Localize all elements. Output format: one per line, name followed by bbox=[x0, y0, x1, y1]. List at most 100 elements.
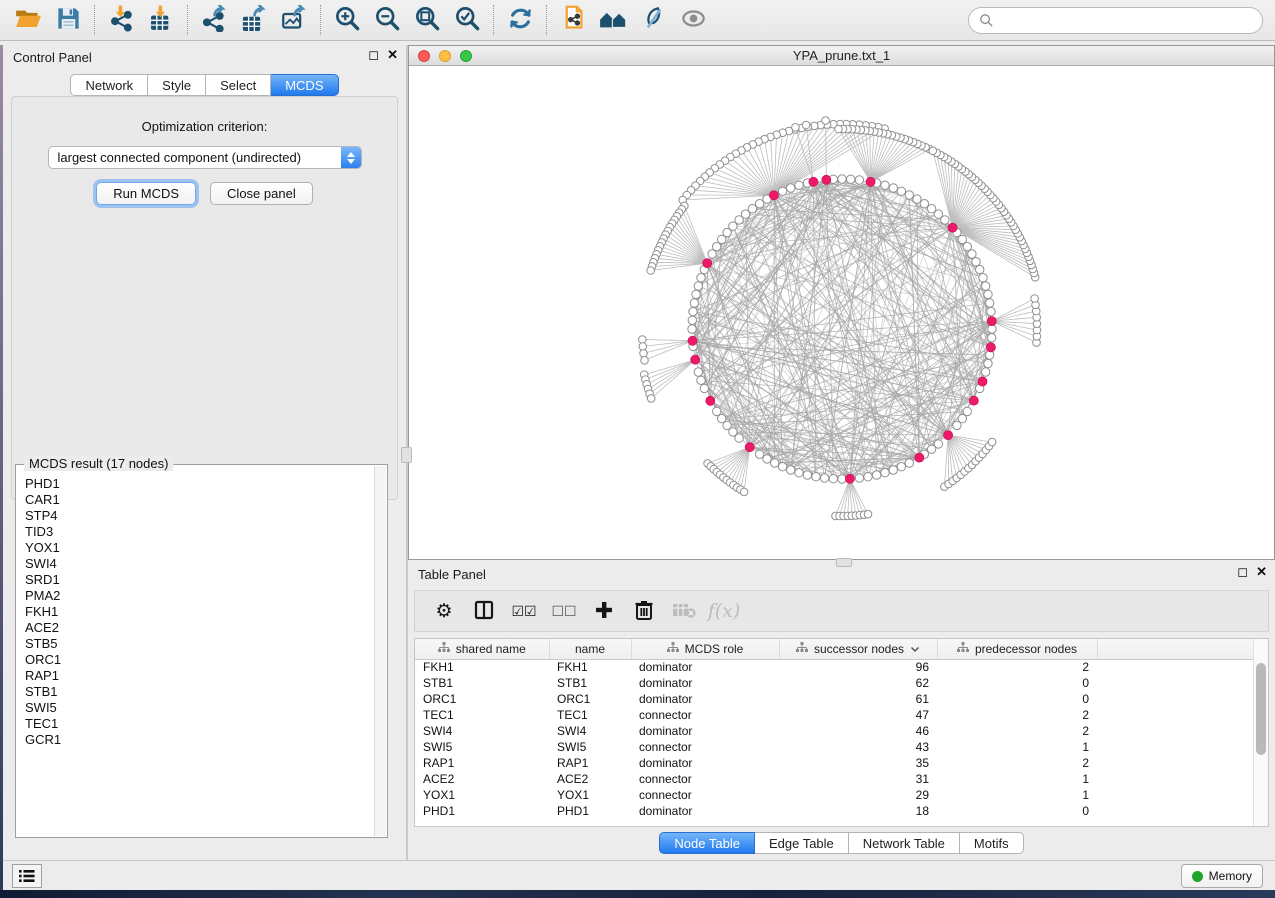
cell-predecessor-nodes[interactable]: 0 bbox=[937, 675, 1097, 691]
table-row[interactable]: ACE2ACE2connector311 bbox=[415, 771, 1253, 787]
tab-mcds[interactable]: MCDS bbox=[271, 74, 338, 96]
table-scrollbar[interactable] bbox=[1253, 639, 1268, 826]
cell-mcds-role[interactable]: dominator bbox=[631, 659, 779, 675]
cell-name[interactable]: ACE2 bbox=[549, 771, 631, 787]
tab-node-table[interactable]: Node Table bbox=[659, 832, 755, 854]
column-header-shared-name[interactable]: shared name bbox=[415, 639, 549, 659]
mcds-result-item[interactable]: TEC1 bbox=[25, 716, 374, 732]
add-column-button[interactable] bbox=[589, 596, 619, 626]
cell-mcds-role[interactable]: connector bbox=[631, 787, 779, 803]
unselect-all-checkboxes-button[interactable]: ☐☐ bbox=[549, 596, 579, 626]
cell-name[interactable]: SWI4 bbox=[549, 723, 631, 739]
tab-style[interactable]: Style bbox=[148, 74, 206, 96]
mcds-result-item[interactable]: SWI4 bbox=[25, 556, 374, 572]
cell-mcds-role[interactable]: dominator bbox=[631, 803, 779, 819]
cell-mcds-role[interactable]: connector bbox=[631, 739, 779, 755]
cell-predecessor-nodes[interactable]: 1 bbox=[937, 771, 1097, 787]
table-row[interactable]: STB1STB1dominator620 bbox=[415, 675, 1253, 691]
export-table-button[interactable] bbox=[234, 3, 274, 37]
close-panel-button[interactable]: Close panel bbox=[210, 182, 313, 205]
cell-successor-nodes[interactable]: 35 bbox=[779, 755, 937, 771]
vertical-splitter-handle[interactable] bbox=[401, 447, 412, 463]
mcds-result-item[interactable]: CAR1 bbox=[25, 492, 374, 508]
minimize-window-icon[interactable] bbox=[439, 50, 451, 62]
search-input[interactable] bbox=[1000, 13, 1252, 28]
cell-successor-nodes[interactable]: 18 bbox=[779, 803, 937, 819]
cell-shared-name[interactable]: SWI5 bbox=[415, 739, 549, 755]
memory-button[interactable]: Memory bbox=[1181, 864, 1263, 888]
open-file-button[interactable] bbox=[8, 3, 48, 37]
maximize-window-icon[interactable] bbox=[460, 50, 472, 62]
zoom-out-button[interactable] bbox=[367, 3, 407, 37]
float-panel-icon[interactable]: ◻ bbox=[368, 48, 379, 61]
export-image-button[interactable] bbox=[274, 3, 314, 37]
cell-mcds-role[interactable]: connector bbox=[631, 707, 779, 723]
cell-name[interactable]: RAP1 bbox=[549, 755, 631, 771]
import-table-button[interactable] bbox=[141, 3, 181, 37]
tab-motifs[interactable]: Motifs bbox=[960, 832, 1024, 854]
table-row[interactable]: TEC1TEC1connector472 bbox=[415, 707, 1253, 723]
table-scrollbar-thumb[interactable] bbox=[1256, 663, 1266, 755]
optimization-criterion-select[interactable]: largest connected component (undirected) bbox=[48, 146, 362, 169]
search-box[interactable] bbox=[968, 7, 1263, 34]
cell-name[interactable]: SWI5 bbox=[549, 739, 631, 755]
cell-shared-name[interactable]: ORC1 bbox=[415, 691, 549, 707]
zoom-in-button[interactable] bbox=[327, 3, 367, 37]
mcds-list-scrollbar[interactable] bbox=[374, 466, 386, 836]
column-header-mcds-role[interactable]: MCDS role bbox=[631, 639, 779, 659]
cell-name[interactable]: FKH1 bbox=[549, 659, 631, 675]
float-table-panel-icon[interactable]: ◻ bbox=[1237, 565, 1248, 578]
mcds-result-item[interactable]: STP4 bbox=[25, 508, 374, 524]
column-header-name[interactable]: name bbox=[549, 639, 631, 659]
cell-shared-name[interactable]: SWI4 bbox=[415, 723, 549, 739]
save-session-button[interactable] bbox=[48, 3, 88, 37]
zoom-selected-button[interactable] bbox=[447, 3, 487, 37]
network-canvas[interactable] bbox=[409, 66, 1274, 559]
cell-predecessor-nodes[interactable]: 1 bbox=[937, 739, 1097, 755]
task-history-button[interactable] bbox=[12, 864, 42, 888]
cell-mcds-role[interactable]: dominator bbox=[631, 675, 779, 691]
cell-name[interactable]: PHD1 bbox=[549, 803, 631, 819]
cell-shared-name[interactable]: STB1 bbox=[415, 675, 549, 691]
table-row[interactable]: YOX1YOX1connector291 bbox=[415, 787, 1253, 803]
cell-successor-nodes[interactable]: 61 bbox=[779, 691, 937, 707]
cell-shared-name[interactable]: YOX1 bbox=[415, 787, 549, 803]
cell-mcds-role[interactable]: dominator bbox=[631, 755, 779, 771]
table-row[interactable]: SWI4SWI4dominator462 bbox=[415, 723, 1253, 739]
table-row[interactable]: ORC1ORC1dominator610 bbox=[415, 691, 1253, 707]
cell-predecessor-nodes[interactable]: 2 bbox=[937, 755, 1097, 771]
table-row[interactable]: FKH1FKH1dominator962 bbox=[415, 659, 1253, 675]
mcds-result-item[interactable]: PMA2 bbox=[25, 588, 374, 604]
cell-mcds-role[interactable]: connector bbox=[631, 771, 779, 787]
table-row[interactable]: PHD1PHD1dominator180 bbox=[415, 803, 1253, 819]
close-panel-icon[interactable]: ✕ bbox=[387, 48, 398, 61]
column-header-successor-nodes[interactable]: successor nodes bbox=[779, 639, 937, 659]
mcds-result-item[interactable]: RAP1 bbox=[25, 668, 374, 684]
cell-name[interactable]: ORC1 bbox=[549, 691, 631, 707]
toggle-graphics-details-button[interactable] bbox=[633, 3, 673, 37]
network-overview-button[interactable] bbox=[593, 3, 633, 37]
tab-select[interactable]: Select bbox=[206, 74, 271, 96]
network-graph[interactable] bbox=[409, 66, 1274, 559]
cell-name[interactable]: TEC1 bbox=[549, 707, 631, 723]
tab-network[interactable]: Network bbox=[70, 74, 148, 96]
close-window-icon[interactable] bbox=[418, 50, 430, 62]
network-window-titlebar[interactable]: YPA_prune.txt_1 bbox=[409, 46, 1274, 66]
mcds-result-item[interactable]: SRD1 bbox=[25, 572, 374, 588]
mcds-result-list[interactable]: PHD1CAR1STP4TID3YOX1SWI4SRD1PMA2FKH1ACE2… bbox=[17, 468, 374, 836]
cell-predecessor-nodes[interactable]: 2 bbox=[937, 723, 1097, 739]
cell-mcds-role[interactable]: dominator bbox=[631, 691, 779, 707]
cell-successor-nodes[interactable]: 31 bbox=[779, 771, 937, 787]
show-columns-button[interactable] bbox=[469, 596, 499, 626]
cell-successor-nodes[interactable]: 29 bbox=[779, 787, 937, 803]
cell-shared-name[interactable]: PHD1 bbox=[415, 803, 549, 819]
horizontal-splitter-handle[interactable] bbox=[836, 558, 852, 567]
table-options-gear-button[interactable]: ⚙ bbox=[429, 596, 459, 626]
cell-predecessor-nodes[interactable]: 2 bbox=[937, 707, 1097, 723]
cell-predecessor-nodes[interactable]: 0 bbox=[937, 691, 1097, 707]
delete-columns-button[interactable] bbox=[629, 596, 659, 626]
tab-network-table[interactable]: Network Table bbox=[849, 832, 960, 854]
network-from-file-button[interactable] bbox=[553, 3, 593, 37]
cell-shared-name[interactable]: TEC1 bbox=[415, 707, 549, 723]
select-all-checkboxes-button[interactable]: ☑☑ bbox=[509, 596, 539, 626]
